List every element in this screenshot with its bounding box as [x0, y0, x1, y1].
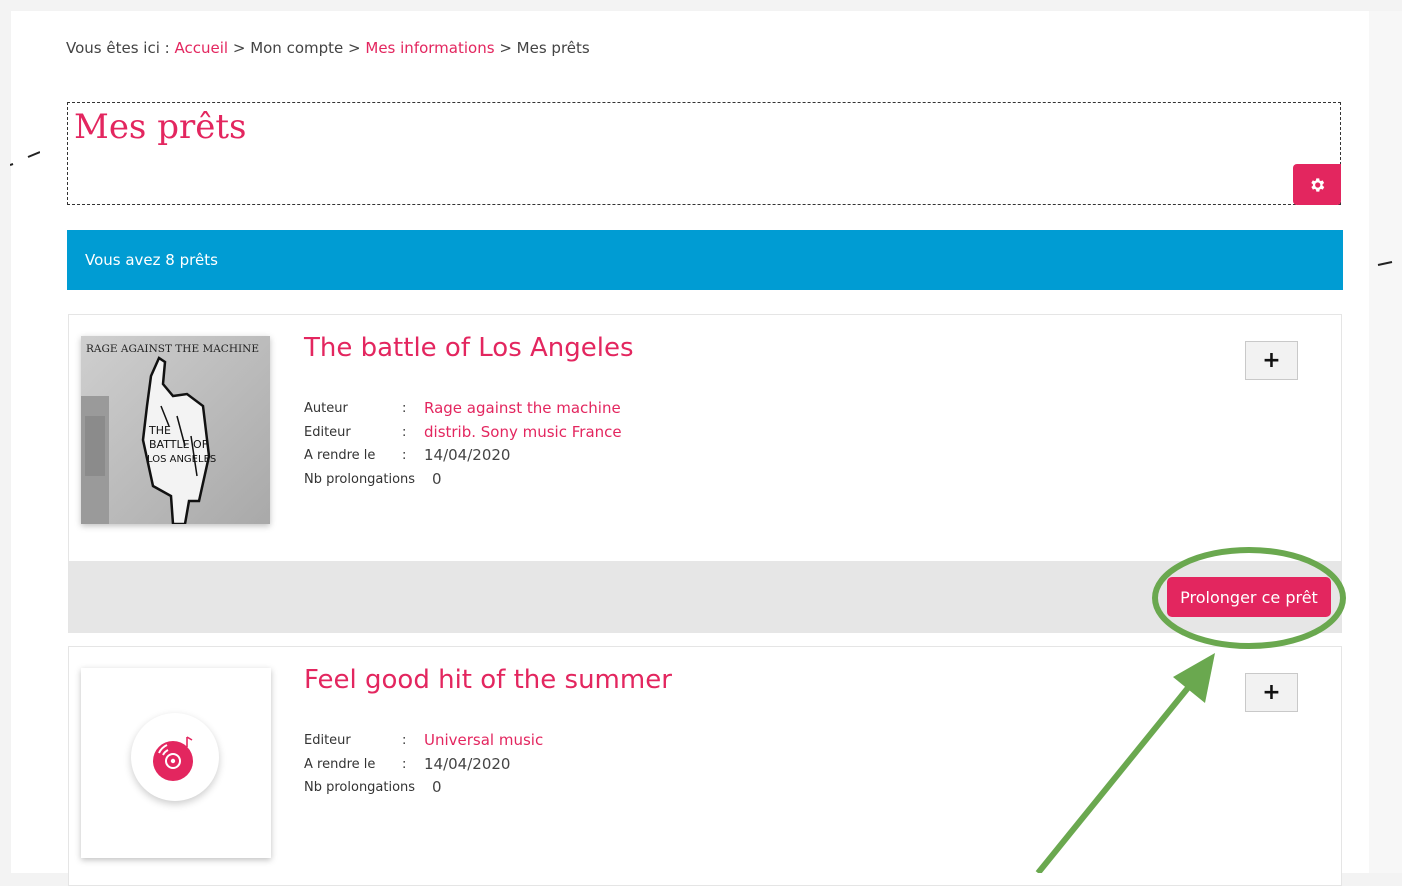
- loan-title[interactable]: The battle of Los Angeles: [304, 333, 634, 363]
- right-margin: [1369, 11, 1402, 873]
- expand-button[interactable]: +: [1245, 673, 1298, 712]
- detail-label: Nb prolongations: [304, 780, 416, 795]
- album-cover[interactable]: RAGE AGAINST THE MACHINE THE BATTLE OF L…: [81, 336, 270, 524]
- loan-card: RAGE AGAINST THE MACHINE THE BATTLE OF L…: [68, 314, 1342, 633]
- publisher-link[interactable]: distrib. Sony music France: [424, 421, 622, 445]
- renewals-value: 0: [432, 778, 442, 796]
- cover-hand-line-1: THE: [148, 424, 171, 437]
- detail-label: Editeur: [304, 424, 351, 440]
- detail-colon: :: [402, 448, 407, 463]
- detail-colon: :: [402, 733, 407, 748]
- loan-details: Auteur : Rage against the machine Editeu…: [304, 397, 622, 491]
- detail-colon: :: [402, 756, 407, 772]
- breadcrumb-prefix: Vous êtes ici :: [66, 39, 170, 57]
- detail-row-author: Auteur : Rage against the machine: [304, 397, 622, 421]
- breadcrumb-separator: >: [232, 39, 246, 57]
- detail-row-due-date: A rendre le : 14/04/2020: [304, 444, 622, 468]
- detail-colon: :: [402, 401, 407, 416]
- due-date-value: 14/04/2020: [424, 754, 511, 773]
- loan-title[interactable]: Feel good hit of the summer: [304, 665, 672, 695]
- loan-card: Feel good hit of the summer Editeur : Un…: [68, 646, 1342, 886]
- detail-row-publisher: Editeur : distrib. Sony music France: [304, 421, 622, 445]
- breadcrumb-account: Mon compte: [250, 39, 344, 57]
- gear-icon: [1311, 177, 1325, 192]
- detail-row-due-date: A rendre le : 14/04/2020: [304, 753, 543, 777]
- detail-row-renewals: Nb prolongations 0: [304, 468, 622, 492]
- album-cover-artwork: RAGE AGAINST THE MACHINE THE BATTLE OF L…: [81, 336, 270, 524]
- breadcrumb-home-link[interactable]: Accueil: [174, 39, 228, 57]
- detail-label: Auteur: [304, 401, 348, 416]
- author-link[interactable]: Rage against the machine: [424, 397, 621, 421]
- breadcrumb-current: Mes prêts: [516, 39, 590, 57]
- cover-band-name: RAGE AGAINST THE MACHINE: [86, 343, 259, 355]
- loan-details: Editeur : Universal music A rendre le : …: [304, 729, 543, 800]
- page-title-box: Mes prêts: [67, 102, 1341, 205]
- detail-colon: :: [402, 424, 407, 440]
- settings-button[interactable]: [1293, 164, 1341, 205]
- loan-action-bar: Prolonger ce prêt: [69, 561, 1341, 633]
- detail-label: A rendre le: [304, 448, 376, 463]
- detail-row-renewals: Nb prolongations 0: [304, 776, 543, 800]
- stray-dash-mark-right: [1377, 261, 1393, 266]
- page-title: Mes prêts: [74, 107, 247, 147]
- stray-dash-mark: [10, 151, 40, 166]
- detail-row-publisher: Editeur : Universal music: [304, 729, 543, 753]
- detail-label: A rendre le: [304, 756, 376, 772]
- detail-label: Editeur: [304, 733, 351, 748]
- breadcrumb: Vous êtes ici : Accueil > Mon compte > M…: [66, 39, 590, 57]
- detail-label: Nb prolongations: [304, 471, 416, 487]
- cover-hand-line-2: BATTLE OF: [149, 438, 208, 451]
- due-date-value: 14/04/2020: [424, 446, 511, 464]
- loans-count-text: Vous avez 8 prêts: [85, 251, 218, 269]
- extend-loan-button[interactable]: Prolonger ce prêt: [1167, 577, 1331, 617]
- expand-button[interactable]: +: [1245, 341, 1298, 380]
- music-disc-icon: [153, 736, 193, 781]
- breadcrumb-separator: >: [499, 39, 512, 57]
- cover-hand-line-3: LOS ANGELES: [147, 454, 216, 465]
- breadcrumb-separator: >: [348, 39, 361, 57]
- loans-count-banner: Vous avez 8 prêts: [67, 230, 1343, 290]
- breadcrumb-info-link[interactable]: Mes informations: [365, 39, 494, 57]
- publisher-link[interactable]: Universal music: [424, 729, 543, 753]
- music-disc-badge: [131, 713, 219, 801]
- renewals-value: 0: [432, 469, 442, 488]
- album-cover-placeholder[interactable]: [81, 668, 271, 858]
